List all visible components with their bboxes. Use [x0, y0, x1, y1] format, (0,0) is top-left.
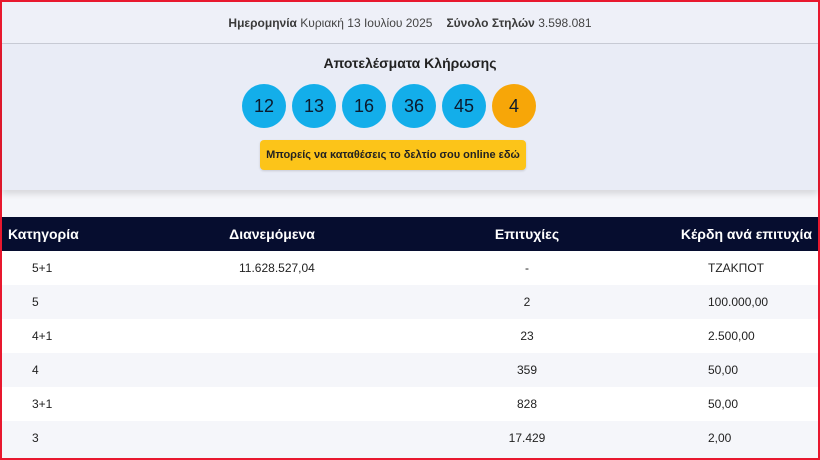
draw-results-panel: Αποτελέσματα Κλήρωσης 12 13 16 36 45 4 Μ…: [2, 44, 818, 190]
cell-prize: 2,00: [708, 431, 732, 445]
winning-numbers: 12 13 16 36 45 4: [242, 84, 536, 128]
cell-prize: 50,00: [708, 363, 739, 377]
cell-category: 3: [32, 431, 39, 445]
play-online-button[interactable]: Μπορείς να καταθέσεις το δελτίο σου onli…: [260, 140, 526, 170]
cell-distributed: 11.628.527,04: [239, 261, 315, 275]
cell-category: 4+1: [32, 329, 53, 343]
number-ball: 16: [342, 84, 386, 128]
number-ball: 12: [242, 84, 286, 128]
cell-category: 4: [32, 363, 39, 377]
cell-prize: ΤΖΑΚΠΟΤ: [708, 261, 764, 275]
header-winners: Επιτυχίες: [494, 226, 560, 242]
header-category: Κατηγορία: [8, 226, 79, 242]
cell-winners: 359: [516, 363, 538, 377]
columns-label: Σύνολο Στηλών: [446, 15, 535, 30]
columns-value: 3.598.081: [538, 15, 592, 30]
table-header: Κατηγορία Διανεμόμενα Επιτυχίες Κέρδη αν…: [2, 217, 818, 251]
cell-category: 3+1: [32, 397, 53, 411]
results-title: Αποτελέσματα Κλήρωσης: [323, 55, 497, 71]
draw-info-bar: Ημερομηνία Κυριακή 13 Ιουλίου 2025 Σύνολ…: [2, 2, 818, 44]
number-ball: 13: [292, 84, 336, 128]
date-info: Ημερομηνία Κυριακή 13 Ιουλίου 2025: [228, 16, 432, 30]
cell-winners: 23: [520, 329, 534, 343]
cell-category: 5: [32, 295, 39, 309]
cell-winners: 17.429: [508, 431, 546, 445]
cell-category: 5+1: [32, 261, 53, 275]
header-distributed: Διανεμόμενα: [229, 226, 315, 242]
table-row: 4 359 50,00: [2, 353, 818, 387]
number-ball: 36: [392, 84, 436, 128]
table-row: 3 17.429 2,00: [2, 421, 818, 455]
date-value: Κυριακή 13 Ιουλίου 2025: [300, 15, 433, 30]
cell-winners: 828: [516, 397, 538, 411]
cell-winners: -: [525, 261, 529, 275]
bonus-number-ball: 4: [492, 84, 536, 128]
columns-info: Σύνολο Στηλών 3.598.081: [446, 16, 591, 30]
cell-prize: 2.500,00: [708, 329, 755, 343]
table-row: 3+1 828 50,00: [2, 387, 818, 421]
table-row: 5 2 100.000,00: [2, 285, 818, 319]
date-label: Ημερομηνία: [228, 15, 297, 30]
header-prize-per-winner: Κέρδη ανά επιτυχία: [680, 226, 812, 242]
cell-prize: 100.000,00: [708, 295, 769, 309]
number-ball: 45: [442, 84, 486, 128]
table-row: 5+1 11.628.527,04 - ΤΖΑΚΠΟΤ: [2, 251, 818, 285]
table-row: 4+1 23 2.500,00: [2, 319, 818, 353]
cell-prize: 50,00: [708, 397, 739, 411]
cell-winners: 2: [523, 295, 531, 309]
prize-table: Κατηγορία Διανεμόμενα Επιτυχίες Κέρδη αν…: [2, 217, 818, 455]
